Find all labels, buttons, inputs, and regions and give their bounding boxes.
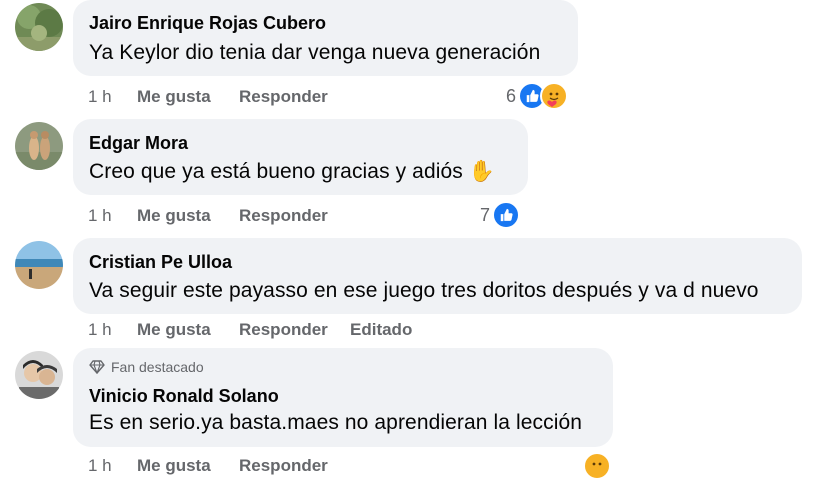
badge-label: Fan destacado (111, 359, 204, 375)
comment-time[interactable]: 1 h (88, 320, 112, 340)
comment-text: Ya Keylor dio tenia dar venga nueva gene… (89, 41, 541, 64)
like-icon (492, 201, 521, 229)
reactions-summary[interactable]: 7 (480, 201, 521, 229)
comment-text: Va seguir este payasso en ese juego tres… (89, 279, 759, 302)
comment-text-content: Creo que ya está bueno gracias y adiós (89, 160, 463, 183)
avatar[interactable] (15, 3, 63, 51)
reply-button[interactable]: Responder (239, 206, 328, 226)
care-icon (540, 82, 569, 110)
comment-bubble: Jairo Enrique Rojas Cubero Ya Keylor dio… (73, 0, 578, 76)
comment-author[interactable]: Edgar Mora (89, 133, 188, 154)
raised-hand-emoji: ✋ (468, 160, 496, 183)
like-button[interactable]: Me gusta (137, 320, 211, 340)
reactions-summary[interactable]: 6 (506, 82, 569, 110)
comment-text: Creo que ya está bueno gracias y adiós ✋ (89, 160, 495, 184)
comment-bubble: Fan destacado Vinicio Ronald Solano Es e… (73, 348, 613, 447)
top-fan-badge[interactable]: Fan destacado (89, 359, 204, 375)
comment-time[interactable]: 1 h (88, 87, 112, 107)
reply-button[interactable]: Responder (239, 87, 328, 107)
avatar[interactable] (15, 241, 63, 289)
comment-author[interactable]: Vinicio Ronald Solano (89, 386, 279, 407)
like-button[interactable]: Me gusta (137, 206, 211, 226)
care-icon (583, 452, 611, 480)
like-button[interactable]: Me gusta (137, 456, 211, 476)
reply-button[interactable]: Responder (239, 456, 328, 476)
reaction-count: 7 (480, 204, 491, 225)
reaction-count: 6 (506, 85, 517, 106)
reactions-summary[interactable] (583, 452, 611, 480)
comment-text: Es en serio.ya basta.maes no aprendieran… (89, 411, 583, 434)
comment-bubble: Edgar Mora Creo que ya está bueno gracia… (73, 119, 528, 195)
comment-author[interactable]: Jairo Enrique Rojas Cubero (89, 13, 326, 34)
reply-button[interactable]: Responder (239, 320, 328, 340)
edited-label[interactable]: Editado (350, 320, 412, 340)
diamond-icon (89, 360, 105, 374)
avatar[interactable] (15, 351, 63, 399)
comment-time[interactable]: 1 h (88, 206, 112, 226)
comment-author[interactable]: Cristian Pe Ulloa (89, 252, 232, 273)
comment-bubble: Cristian Pe Ulloa Va seguir este payasso… (73, 238, 802, 314)
comment-time[interactable]: 1 h (88, 456, 112, 476)
avatar[interactable] (15, 122, 63, 170)
like-button[interactable]: Me gusta (137, 87, 211, 107)
